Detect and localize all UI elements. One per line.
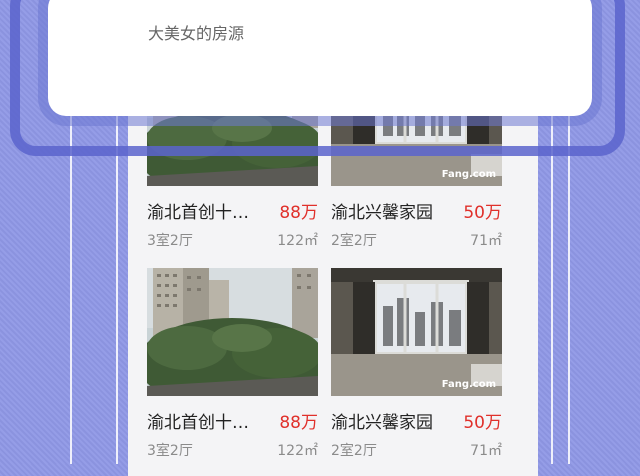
listing-price: 50万: [463, 413, 502, 433]
living-room-image: [331, 268, 502, 396]
listing-price: 88万: [279, 413, 318, 433]
listing-price: 88万: [279, 203, 318, 223]
listing-name: 渝北兴馨家园: [331, 413, 433, 433]
listing-area: 122㎡: [277, 233, 318, 249]
header-card: 大美女的房源: [48, 0, 592, 116]
watermark: Fang.com: [441, 379, 496, 390]
listing-photo: Fang.com: [331, 268, 502, 396]
tower-view-image: [147, 268, 318, 396]
listing-card[interactable]: 渝北首创十… 88万 3室2厅 122㎡: [147, 268, 318, 459]
watermark: Fang.com: [441, 169, 496, 180]
listing-rooms: 2室2厅: [331, 233, 377, 249]
page-title: 大美女的房源: [148, 24, 245, 43]
listing-name: 渝北首创十…: [147, 203, 249, 223]
listing-area: 122㎡: [277, 443, 318, 459]
listing-rooms: 3室2厅: [147, 233, 193, 249]
listing-name: 渝北兴馨家园: [331, 203, 433, 223]
listing-area: 71㎡: [470, 443, 502, 459]
listing-name: 渝北首创十…: [147, 413, 249, 433]
listing-card[interactable]: Fang.com 渝北兴馨家园 50万 2室2厅 71㎡: [331, 268, 502, 459]
listing-photo: [147, 268, 318, 396]
listing-area: 71㎡: [470, 233, 502, 249]
listing-rooms: 2室2厅: [331, 443, 377, 459]
listing-rooms: 3室2厅: [147, 443, 193, 459]
listing-price: 50万: [463, 203, 502, 223]
